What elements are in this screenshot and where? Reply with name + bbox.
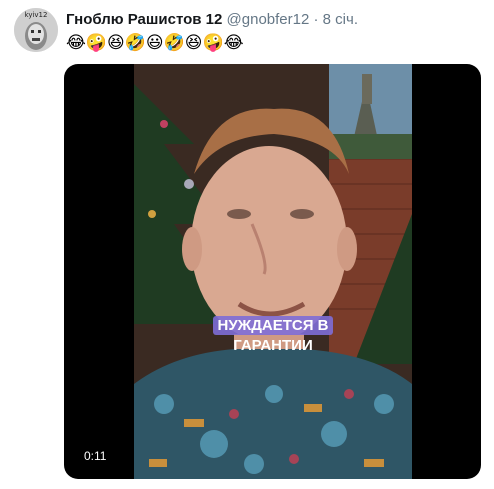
- caption-line-1: НУЖДАЕТСЯ В: [213, 316, 333, 335]
- video-duration: 0:11: [78, 447, 113, 465]
- caption-line-2: ГАРАНТИИ: [233, 337, 313, 354]
- avatar-label: kyiv12: [24, 11, 48, 19]
- video-player[interactable]: НУЖДАЕТСЯ В ГАРАНТИИ 0:11: [64, 64, 481, 479]
- avatar[interactable]: kyiv12: [14, 8, 58, 52]
- user-handle[interactable]: @gnobfer12: [227, 11, 310, 28]
- tweet-header: Гноблю Рашистов 12 @gnobfer12 · 8 січ.: [66, 10, 358, 30]
- tweet-text: 😂🤪😆🤣😃🤣😆🤪😂: [66, 33, 244, 53]
- video-caption: НУЖДАЕТСЯ В ГАРАНТИИ: [208, 316, 338, 356]
- display-name[interactable]: Гноблю Рашистов 12: [66, 11, 222, 28]
- header-separator: ·: [313, 11, 319, 28]
- timestamp[interactable]: 8 січ.: [323, 11, 358, 28]
- video-still: [134, 64, 412, 479]
- video-frame[interactable]: НУЖДАЕТСЯ В ГАРАНТИИ: [134, 64, 412, 479]
- tweet: kyiv12 Гноблю Рашистов 12 @gnobfer12 · 8…: [0, 0, 494, 489]
